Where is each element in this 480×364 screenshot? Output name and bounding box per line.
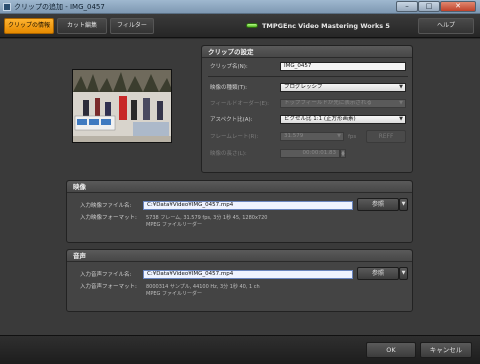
thumbnail-image [73, 70, 171, 142]
video-type-label: 映像の種類(T): [210, 85, 248, 91]
audio-browse-menu-button[interactable]: ▼ [399, 267, 408, 280]
field-order-label: フィールドオーダー(E): [210, 101, 270, 107]
aspect-select[interactable]: ピクセル比 1:1 (正方形画素) ▼ [280, 115, 406, 124]
video-panel: 映像 [66, 180, 413, 243]
aspect-label: アスペクト比(A): [210, 117, 253, 123]
video-header: 映像 [67, 181, 412, 193]
audio-format-line1: 8000314 サンプル, 44100 Hz, 3分 1秒 40, 1 ch [146, 284, 260, 290]
audio-file-label: 入力音声ファイル名: [80, 272, 132, 278]
minimize-button[interactable]: – [396, 1, 418, 12]
video-browse-button[interactable]: 参照 [357, 198, 399, 211]
aspect-value: ピクセル比 1:1 (正方形画素) [284, 116, 356, 122]
duration-spinner[interactable]: ▲ ▼ [340, 149, 346, 158]
audio-format-line2: MPEG ファイルリーダー [146, 291, 202, 297]
chevron-down-icon: ▼ [399, 84, 403, 90]
frame-rate-label: フレームレート(R): [210, 134, 259, 140]
chevron-down-icon: ▼ [399, 116, 403, 122]
video-file-field[interactable]: C:¥Data¥Video¥IMG_0457.mp4 [143, 201, 353, 210]
status-led-icon [246, 23, 258, 28]
audio-header: 音声 [67, 250, 412, 262]
tab-filter[interactable]: フィルター [110, 18, 154, 34]
field-order-value: トップフィールドが先に表示される [284, 100, 372, 106]
window-title: クリップの追加 - IMG_0457 [14, 3, 105, 11]
frame-rate-button[interactable]: REFF [366, 130, 406, 143]
video-type-select[interactable]: プログレッシブ ▼ [280, 83, 406, 92]
frame-rate-value: 31.579 [284, 133, 304, 139]
divider [208, 76, 408, 77]
audio-file-field[interactable]: C:¥Data¥Video¥IMG_0457.mp4 [143, 270, 353, 279]
audio-browse-button[interactable]: 参照 [357, 267, 399, 280]
main-content: クリップの設定 クリップ名(N): IMG_0457 映像の種類(T): プログ… [0, 39, 480, 335]
tab-clip-info[interactable]: クリップの情報 [4, 18, 54, 34]
video-format-line1: 5738 フレーム, 31.579 fps, 3分 1秒 45, 1280x72… [146, 215, 268, 221]
chevron-down-icon: ▼ [337, 133, 341, 139]
app-icon [3, 3, 11, 11]
frame-rate-select[interactable]: 31.579 ▼ [280, 132, 344, 141]
video-thumbnail [72, 69, 172, 143]
audio-panel: 音声 [66, 249, 413, 312]
video-browse-menu-button[interactable]: ▼ [399, 198, 408, 211]
audio-format-label: 入力音声フォーマット: [80, 284, 137, 290]
clip-name-label: クリップ名(N): [210, 64, 248, 70]
maximize-button[interactable]: □ [418, 1, 440, 12]
clip-name-field[interactable]: IMG_0457 [280, 62, 406, 71]
clip-settings-header: クリップの設定 [202, 46, 412, 58]
top-toolbar: クリップの情報 カット編集 フィルター TMPGEnc Video Master… [0, 14, 480, 38]
field-order-select[interactable]: トップフィールドが先に表示される ▼ [280, 99, 406, 108]
chevron-down-icon: ▼ [401, 201, 406, 207]
ok-button[interactable]: OK [366, 342, 416, 358]
chevron-down-icon: ▼ [401, 270, 406, 276]
cancel-button[interactable]: キャンセル [420, 342, 472, 358]
brand-name: TMPGEnc Video Mastering Works 5 [262, 22, 390, 30]
footer-bar: OK キャンセル [0, 335, 480, 364]
close-button[interactable]: ✕ [440, 1, 476, 12]
duration-field[interactable]: 00:00:01.83 [280, 149, 340, 158]
video-format-label: 入力映像フォーマット: [80, 215, 137, 221]
tab-cut-edit[interactable]: カット編集 [57, 18, 107, 34]
video-file-label: 入力映像ファイル名: [80, 203, 132, 209]
video-type-value: プログレッシブ [284, 84, 323, 90]
window-titlebar: クリップの追加 - IMG_0457 – □ ✕ [0, 0, 480, 14]
video-format-line2: MPEG ファイルリーダー [146, 222, 202, 228]
help-button[interactable]: ヘルプ [418, 18, 474, 34]
frame-rate-unit: fps [348, 134, 357, 140]
duration-label: 映像の長さ(L): [210, 151, 247, 157]
chevron-down-icon: ▼ [399, 100, 403, 106]
